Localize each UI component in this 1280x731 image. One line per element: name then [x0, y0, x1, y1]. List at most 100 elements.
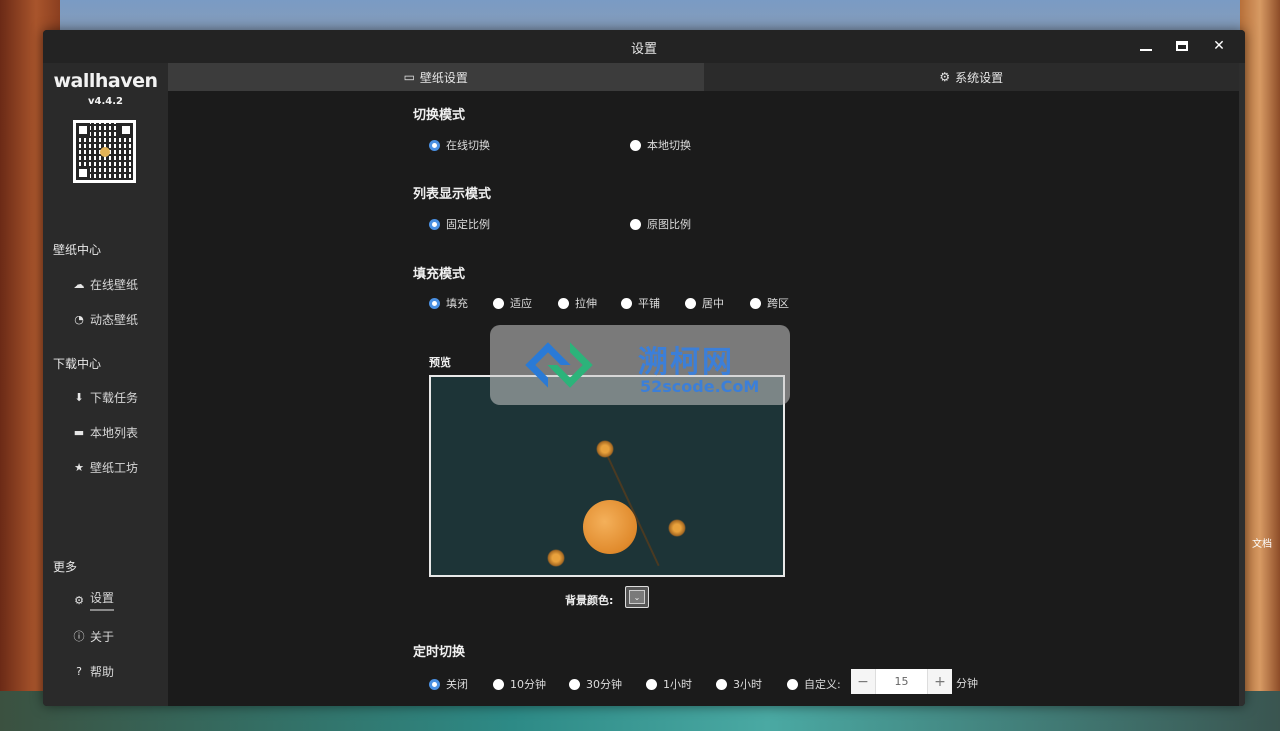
sidebar-item-label: 动态壁纸 — [90, 312, 139, 327]
window-title: 设置 — [630, 42, 657, 57]
tab-system-settings[interactable]: ⚙ 系统设置 — [703, 63, 1239, 91]
chevron-down-icon: ⌄ — [629, 590, 645, 604]
sidebar: wallhaven v4.4.2 壁纸中心 ☁ 在线壁纸 ◔ 动态壁纸 下载中心… — [43, 63, 168, 706]
list-mode-title: 列表显示模式 — [413, 187, 492, 202]
radio-fill[interactable]: 填充 — [429, 295, 468, 311]
sidebar-item-label: 在线壁纸 — [90, 277, 139, 292]
radio-dot — [493, 678, 504, 690]
bg-color-picker[interactable]: ⌄ — [625, 586, 649, 608]
radio-label: 3小时 — [733, 678, 762, 691]
preview-moon — [583, 500, 637, 554]
section-wallpaper-center: 壁纸中心 — [53, 243, 102, 257]
tab-label: 壁纸设置 — [419, 70, 468, 85]
sidebar-item-dynamic-wallpaper[interactable]: ◔ 动态壁纸 — [72, 308, 138, 330]
radio-label: 10分钟 — [510, 678, 546, 691]
star-magic-icon: ★ — [74, 460, 84, 474]
radio-label: 在线切换 — [446, 139, 490, 152]
tab-wallpaper-settings[interactable]: ▭ 壁纸设置 — [168, 63, 704, 91]
cloud-icon: ☁ — [73, 277, 85, 291]
close-icon: ✕ — [1213, 38, 1225, 54]
radio-span[interactable]: 跨区 — [750, 295, 789, 311]
radio-dot — [787, 678, 798, 690]
radio-dot — [493, 297, 504, 309]
radio-timer-30min[interactable]: 30分钟 — [569, 676, 622, 692]
switch-mode-title: 切换模式 — [413, 108, 466, 123]
settings-tabs: ▭ 壁纸设置 ⚙ 系统设置 — [168, 63, 1239, 91]
info-icon: ⓘ — [73, 630, 85, 643]
sidebar-item-label: 设置 — [90, 589, 115, 611]
question-icon: ? — [76, 664, 82, 678]
watermark-title: 溯柯网 — [638, 345, 734, 380]
gear-outline-icon: ⚙ — [939, 70, 951, 84]
radio-fixed-ratio[interactable]: 固定比例 — [429, 216, 490, 232]
maximize-icon — [1176, 41, 1188, 51]
radio-label: 本地切换 — [647, 139, 691, 152]
radio-dot — [621, 297, 632, 309]
sidebar-item-online-wallpaper[interactable]: ☁ 在线壁纸 — [72, 273, 139, 295]
radio-dot — [429, 678, 440, 690]
radio-timer-custom[interactable]: 自定义: — [787, 676, 841, 692]
sidebar-item-about[interactable]: ⓘ 关于 — [72, 625, 115, 647]
desktop-rock-right — [1240, 0, 1280, 731]
radio-dot — [750, 297, 761, 309]
increment-button[interactable]: + — [927, 669, 952, 694]
close-button[interactable]: ✕ — [1208, 36, 1230, 56]
radio-label: 填充 — [446, 297, 468, 310]
sidebar-item-label: 壁纸工坊 — [90, 460, 139, 475]
radio-label: 跨区 — [767, 297, 789, 310]
watermark-logo-icon — [525, 339, 593, 391]
radio-dot — [716, 678, 727, 690]
sidebar-item-help[interactable]: ? 帮助 — [72, 660, 114, 682]
radio-timer-off[interactable]: 关闭 — [429, 676, 468, 692]
radio-label: 适应 — [510, 297, 532, 310]
monitor-icon: ▭ — [403, 70, 415, 84]
preview-flower — [668, 519, 686, 537]
radio-local-switch[interactable]: 本地切换 — [630, 137, 691, 153]
folder-open-icon: ▬ — [73, 425, 85, 439]
gear-icon: ⚙ — [74, 593, 84, 607]
watermark-subtitle: 52scode.CoM — [640, 377, 760, 396]
app-version: v4.4.2 — [88, 96, 123, 107]
radio-tile[interactable]: 平铺 — [621, 295, 660, 311]
radio-label: 自定义: — [804, 678, 841, 691]
radio-original-ratio[interactable]: 原图比例 — [630, 216, 691, 232]
qr-code — [73, 120, 136, 183]
sidebar-item-label: 本地列表 — [90, 425, 139, 440]
desktop-icon-label[interactable]: 文档 — [1252, 535, 1272, 550]
radio-timer-3h[interactable]: 3小时 — [716, 676, 762, 692]
radio-label: 1小时 — [663, 678, 692, 691]
radio-dot — [558, 297, 569, 309]
radio-timer-10min[interactable]: 10分钟 — [493, 676, 546, 692]
preview-label: 预览 — [429, 356, 451, 369]
title-bar[interactable]: 设置 ✕ — [43, 30, 1245, 63]
custom-minutes-input[interactable]: 15 — [876, 669, 927, 694]
sidebar-item-label: 关于 — [90, 629, 115, 644]
radio-label: 固定比例 — [446, 218, 490, 231]
section-download-center: 下载中心 — [53, 357, 102, 371]
radio-dot — [630, 218, 641, 230]
minimize-button[interactable] — [1135, 36, 1157, 56]
radio-stretch[interactable]: 拉伸 — [558, 295, 597, 311]
sidebar-item-local-list[interactable]: ▬ 本地列表 — [72, 421, 138, 443]
maximize-button[interactable] — [1171, 36, 1193, 56]
section-more: 更多 — [53, 560, 78, 574]
radio-dot — [569, 678, 580, 690]
radio-timer-1h[interactable]: 1小时 — [646, 676, 692, 692]
scrollbar[interactable] — [1239, 63, 1245, 706]
sidebar-item-wallpaper-workshop[interactable]: ★ 壁纸工坊 — [72, 456, 138, 478]
timer-title: 定时切换 — [413, 645, 466, 660]
decrement-button[interactable]: − — [851, 669, 876, 694]
sidebar-item-download-tasks[interactable]: ⬇ 下载任务 — [72, 386, 138, 408]
radio-dot — [630, 139, 641, 151]
radio-center[interactable]: 居中 — [685, 295, 724, 311]
wallpaper-preview — [429, 375, 785, 577]
custom-minutes-stepper: − 15 + — [851, 669, 952, 694]
radio-online-switch[interactable]: 在线切换 — [429, 137, 490, 153]
sidebar-item-settings[interactable]: ⚙ 设置 — [72, 589, 115, 611]
minutes-unit-label: 分钟 — [956, 677, 978, 690]
radio-label: 原图比例 — [647, 218, 691, 231]
radio-label: 平铺 — [638, 297, 660, 310]
radio-dot — [685, 297, 696, 309]
gauge-icon: ◔ — [74, 312, 84, 326]
radio-fit[interactable]: 适应 — [493, 295, 532, 311]
